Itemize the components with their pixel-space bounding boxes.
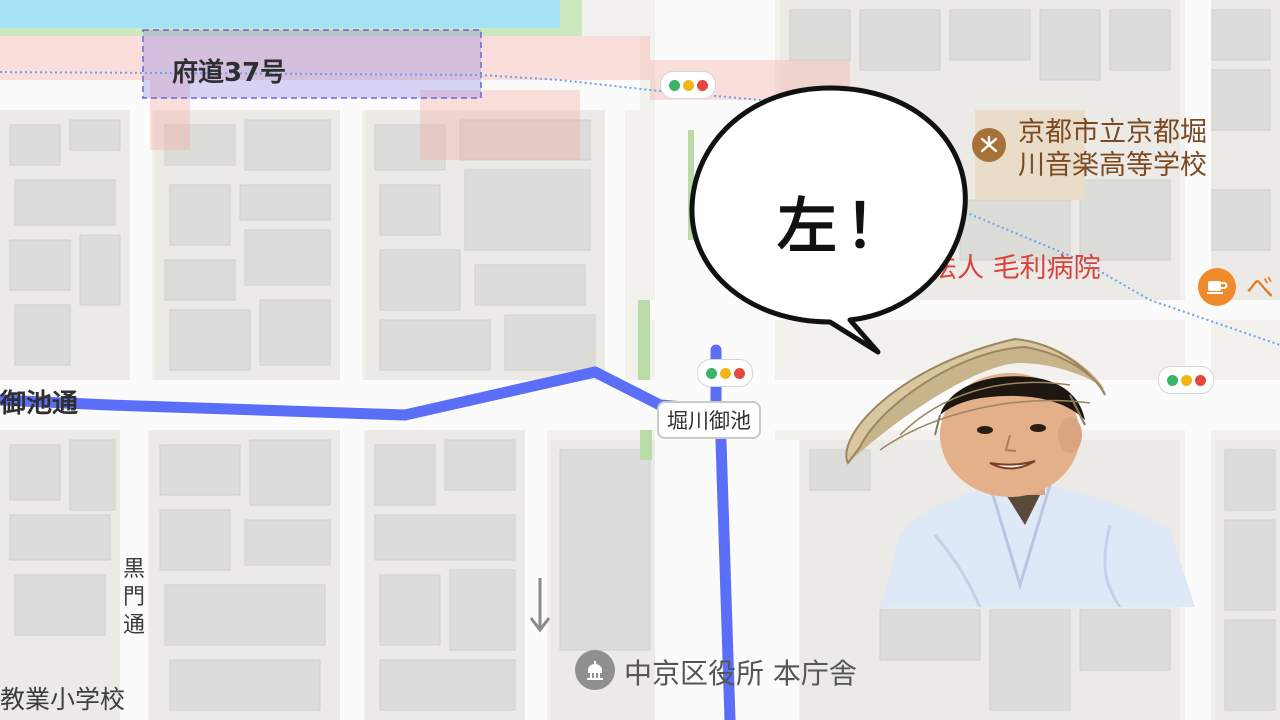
water-area [0,0,560,28]
speech-text: 左！ [777,192,913,262]
road-label-oike-dori: 御池通 [0,389,79,419]
cafe-label[interactable]: べ [1246,266,1274,306]
intersection-label[interactable]: 堀川御池 [657,401,761,439]
cafe-icon[interactable] [1198,268,1236,306]
ward-office-label[interactable]: 中京区役所 本庁舎 [624,652,857,692]
school-label[interactable]: 京都市立京都堀 川音楽高等学校 [1018,116,1207,182]
traffic-light-icon [697,359,753,387]
government-building-icon[interactable] [575,650,615,690]
road-label-kuromon-dori: 黒 門 通 [122,557,145,638]
map-view[interactable]: 府道37号 御池通 黒 門 通 教業小学校 堀川御池 京都市立京都堀 川音楽高等… [0,0,1280,720]
person-photo [845,337,1195,607]
school-label-kyogyo: 教業小学校 [0,685,126,714]
road-label-prefectural-37: 府道37号 [172,58,287,88]
